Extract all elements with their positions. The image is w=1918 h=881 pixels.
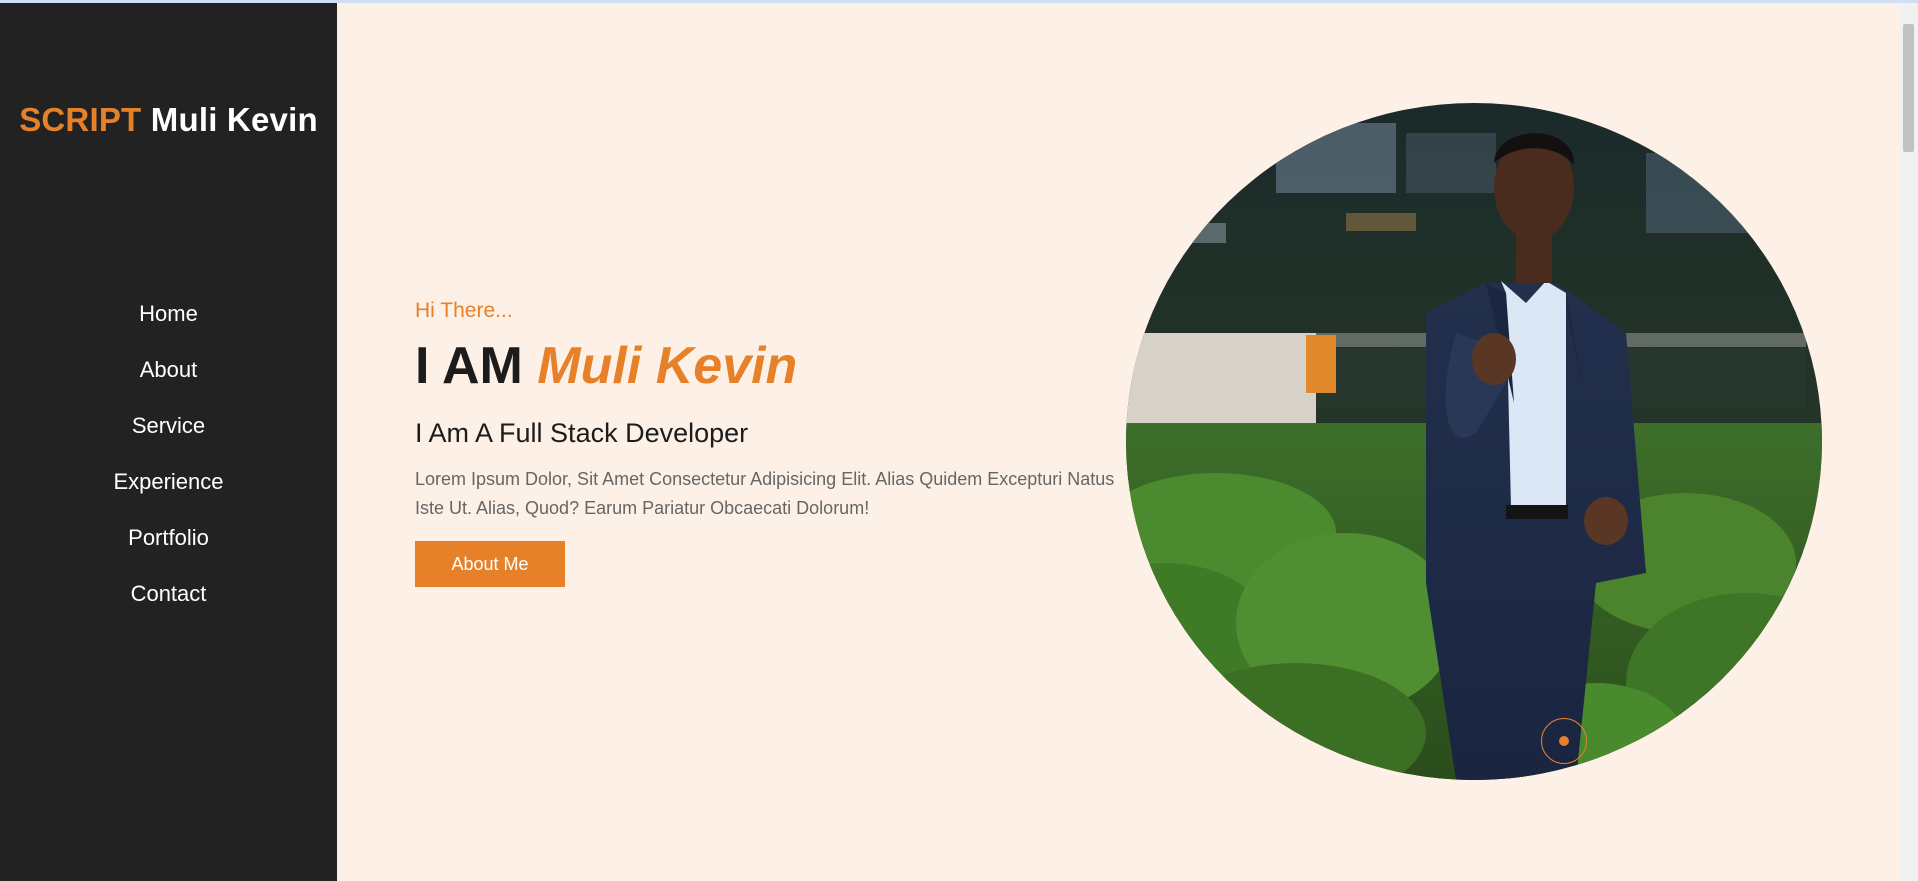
scrollbar-thumb[interactable] [1903,24,1914,152]
hero-role: I Am A Full Stack Developer [415,417,749,448]
hero-greeting: Hi There... [415,299,513,322]
sidebar: SCRIPT Muli Kevin Home About Service Exp… [0,3,337,881]
nav-item-about[interactable]: About [0,342,337,398]
nav-item-contact[interactable]: Contact [0,566,337,622]
main-content: Hi There... I AM Muli Kevin I Am A Full … [337,3,1899,881]
scrollbar[interactable] [1899,3,1918,881]
hero-headline: I AM Muli Kevin [415,339,1135,394]
dot-icon [1559,736,1569,746]
nav-item-service[interactable]: Service [0,398,337,454]
profile-photo [1126,103,1822,780]
nav-item-portfolio[interactable]: Portfolio [0,510,337,566]
profile-photo-illustration [1126,103,1822,780]
headline-name: Muli Kevin [537,337,798,395]
logo-name: Muli Kevin [150,101,318,138]
headline-prefix: I AM [415,337,523,395]
nav-item-experience[interactable]: Experience [0,454,337,510]
logo[interactable]: SCRIPT Muli Kevin [0,101,337,139]
about-me-button[interactable]: About Me [415,540,565,587]
nav-menu: Home About Service Experience Portfolio … [0,286,337,622]
scroll-indicator-button[interactable] [1541,718,1587,764]
logo-accent: SCRIPT [19,101,142,138]
hero-description: Lorem Ipsum Dolor, Sit Amet Consectetur … [415,468,1115,518]
hero-section: Hi There... I AM Muli Kevin I Am A Full … [415,299,1135,587]
nav-item-home[interactable]: Home [0,286,337,342]
